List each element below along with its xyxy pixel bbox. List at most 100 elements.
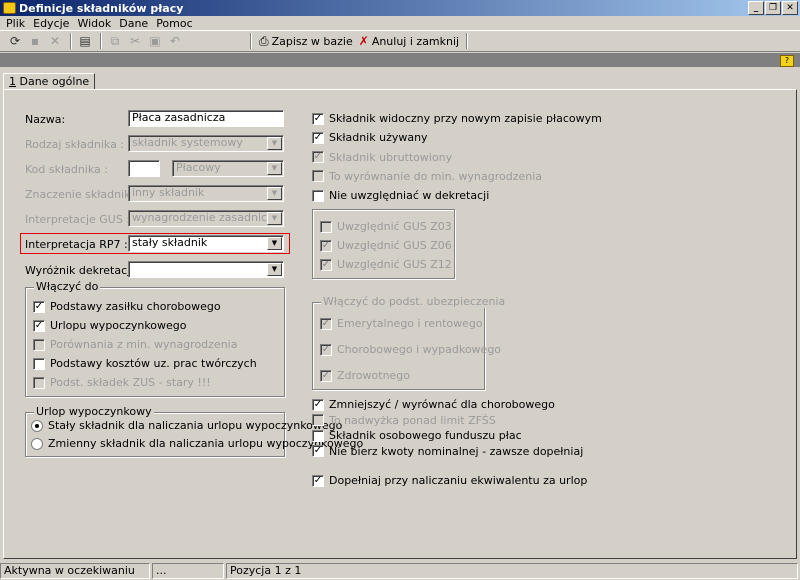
tab-dane-ogolne[interactable]: 1 Dane ogólne bbox=[3, 73, 96, 90]
checkbox-box[interactable] bbox=[33, 376, 45, 389]
urlop-legend: Urlop wypoczynkowy bbox=[34, 405, 154, 418]
wlaczyc-checkbox-2[interactable]: Porównania z min. wynagrodzenia bbox=[33, 338, 237, 351]
checkbox-box[interactable]: ✓ bbox=[312, 445, 324, 457]
menu-pomoc[interactable]: Pomoc bbox=[152, 17, 196, 30]
checkbox-box[interactable] bbox=[312, 414, 324, 426]
window-title: Definicje składników płacy bbox=[19, 1, 184, 15]
radio-button[interactable] bbox=[31, 437, 43, 450]
help-icon[interactable]: ? bbox=[780, 55, 794, 67]
right-top-checkbox-3[interactable]: To wyrównanie do min. wynagrodzenia bbox=[312, 170, 542, 183]
checkbox-label: Uwzględnić GUS Z12 bbox=[337, 258, 452, 271]
checkbox-box[interactable]: ✓ bbox=[320, 369, 332, 382]
right-bottom-checkbox-2[interactable]: Składnik osobowego funduszu płac bbox=[312, 429, 522, 442]
checkbox-label: Uwzględnić GUS Z03 bbox=[337, 220, 452, 233]
menu-edycje[interactable]: Edycje bbox=[29, 17, 73, 30]
urlop-radio-0[interactable]: Stały składnik dla naliczania urlopu wyp… bbox=[31, 419, 342, 432]
wlaczyc-checkbox-3[interactable]: Podstawy kosztów uz. prac twórczych bbox=[33, 357, 257, 370]
minimize-button[interactable]: _ bbox=[748, 1, 764, 15]
gus-checkbox-2[interactable]: ✓ Uwzględnić GUS Z12 bbox=[320, 258, 452, 271]
save-disk-icon[interactable]: ▪ bbox=[26, 33, 44, 49]
kod-input[interactable] bbox=[128, 160, 160, 177]
ubezp-legend: Włączyć do podst. ubezpieczenia bbox=[321, 295, 508, 308]
checkbox-box[interactable]: ✓ bbox=[312, 398, 324, 411]
gus-checkbox-1[interactable]: ✓ Uwzględnić GUS Z06 bbox=[320, 239, 452, 252]
right-top-checkbox-0[interactable]: ✓ Składnik widoczny przy nowym zapisie pł… bbox=[312, 112, 602, 125]
dropdown-arrow-icon[interactable]: ▼ bbox=[267, 237, 282, 250]
menu-widok[interactable]: Widok bbox=[73, 17, 115, 30]
checkbox-box[interactable]: ✓ bbox=[312, 474, 324, 487]
wlaczyc-checkbox-1[interactable]: ✓ Urlopu wypoczynkowego bbox=[33, 319, 187, 332]
nazwa-input[interactable]: Płaca zasadnicza bbox=[128, 110, 284, 127]
right-bottom-checkbox-0[interactable]: ✓ Zmniejszyć / wyrównać dla chorobowego bbox=[312, 398, 555, 411]
undo-icon[interactable]: ↶ bbox=[166, 33, 184, 49]
right-top-checkbox-4[interactable]: Nie uwzględniać w dekretacji bbox=[312, 189, 489, 202]
checkbox-box[interactable]: ✓ bbox=[33, 319, 45, 332]
checkbox-box[interactable] bbox=[312, 170, 324, 183]
delete-icon[interactable]: ✕ bbox=[46, 33, 64, 49]
status-position: Pozycja 1 z 1 bbox=[226, 563, 798, 579]
checkbox-label: Podstawy kosztów uz. prac twórczych bbox=[50, 357, 257, 370]
checkbox-box[interactable]: ✓ bbox=[33, 300, 45, 313]
right-top-checkbox-2[interactable]: ✓ Składnik ubruttowiony bbox=[312, 151, 452, 164]
gus-label: Interpretacje GUS : bbox=[25, 213, 131, 226]
ubezp-checkbox-0[interactable]: ✓ Emerytalnego i rentowego bbox=[320, 317, 483, 330]
right-bottom-checkbox-3[interactable]: ✓ Nie bierz kwoty nominalnej - zawsze dop… bbox=[312, 445, 583, 458]
checkbox-label: Emerytalnego i rentowego bbox=[337, 317, 483, 330]
checkbox-box[interactable] bbox=[312, 189, 324, 202]
copy-icon[interactable]: ⧉ bbox=[106, 33, 124, 49]
checkbox-box[interactable]: ✓ bbox=[312, 112, 324, 125]
checkbox-box[interactable] bbox=[320, 220, 332, 233]
dropdown-arrow-icon[interactable]: ▼ bbox=[267, 187, 282, 200]
dropdown-arrow-icon[interactable]: ▼ bbox=[267, 137, 282, 150]
dropdown-arrow-icon[interactable]: ▼ bbox=[267, 162, 282, 175]
wyroznik-select[interactable]: ▼ bbox=[128, 261, 284, 278]
rodzaj-select[interactable]: składnik systemowy ▼ bbox=[128, 135, 284, 152]
checkbox-box[interactable]: ✓ bbox=[312, 131, 324, 144]
properties-icon[interactable]: ▤ bbox=[76, 33, 94, 49]
wlaczyc-checkbox-0[interactable]: ✓ Podstawy zasiłku chorobowego bbox=[33, 300, 221, 313]
dropdown-arrow-icon[interactable]: ▼ bbox=[267, 212, 282, 225]
close-button[interactable]: ✕ bbox=[782, 1, 798, 15]
ubezp-checkbox-1[interactable]: ✓ Chorobowego i wypadkowego bbox=[320, 343, 501, 356]
info-strip bbox=[0, 53, 800, 67]
wyroznik-label: Wyróżnik dekretacji : bbox=[25, 264, 141, 277]
checkbox-label: Składnik ubruttowiony bbox=[329, 150, 453, 164]
paste-icon[interactable]: ▣ bbox=[146, 33, 164, 49]
wlaczyc-checkbox-4[interactable]: Podst. składek ZUS - stary !!! bbox=[33, 376, 211, 389]
cut-icon[interactable]: ✂ bbox=[126, 33, 144, 49]
menu-dane[interactable]: Dane bbox=[115, 17, 152, 30]
rodzaj-label: Rodzaj składnika : bbox=[25, 138, 125, 151]
cancel-button-label: Anuluj i zamknij bbox=[371, 34, 460, 48]
znaczenie-select[interactable]: inny składnik ▼ bbox=[128, 185, 284, 202]
checkbox-label: Nie bierz kwoty nominalnej - zawsze dope… bbox=[329, 444, 584, 458]
radio-button[interactable] bbox=[31, 419, 43, 432]
restore-button[interactable]: ❐ bbox=[765, 1, 781, 15]
rp7-select[interactable]: stały składnik ▼ bbox=[128, 235, 284, 252]
kod-label: Kod składnika : bbox=[25, 163, 108, 176]
checkbox-box[interactable]: ✓ bbox=[320, 317, 332, 330]
right-top-checkbox-1[interactable]: ✓ Składnik używany bbox=[312, 131, 428, 144]
checkbox-box[interactable]: ✓ bbox=[312, 151, 324, 164]
radio-label: Stały składnik dla naliczania urlopu wyp… bbox=[48, 419, 343, 432]
kod-type-select[interactable]: Płacowy ▼ bbox=[172, 160, 284, 177]
menu-plik[interactable]: Plik bbox=[2, 17, 29, 30]
checkbox-box[interactable] bbox=[33, 357, 45, 370]
rodzaj-value: składnik systemowy bbox=[132, 136, 243, 149]
gus-select[interactable]: wynagrodzenie zasadnicze ▼ bbox=[128, 210, 284, 227]
save-to-database-button[interactable]: ⎙ Zapisz w bazie bbox=[256, 32, 356, 50]
cancel-and-close-button[interactable]: ✗ Anuluj i zamknij bbox=[356, 32, 462, 50]
refresh-icon[interactable]: ⟳ bbox=[6, 33, 24, 49]
checkbox-label: Składnik używany bbox=[329, 131, 428, 145]
checkbox-box[interactable]: ✓ bbox=[320, 343, 332, 356]
dropdown-arrow-icon[interactable]: ▼ bbox=[267, 263, 282, 276]
checkbox-box[interactable] bbox=[33, 338, 45, 351]
ubezp-checkbox-2[interactable]: ✓ Zdrowotnego bbox=[320, 369, 410, 382]
right-bottom-checkbox-1[interactable]: To nadwyżka ponad limit ZFŚS bbox=[312, 414, 496, 427]
checkbox-box[interactable]: ✓ bbox=[320, 258, 332, 271]
checkbox-label: Chorobowego i wypadkowego bbox=[337, 343, 502, 356]
checkbox-box[interactable]: ✓ bbox=[320, 239, 332, 252]
checkbox-box[interactable] bbox=[312, 429, 324, 442]
checkbox-label: Podst. składek ZUS - stary !!! bbox=[50, 376, 211, 389]
gus-checkbox-0[interactable]: Uwzględnić GUS Z03 bbox=[320, 220, 452, 233]
dopelniaj-checkbox[interactable]: ✓ Dopełniaj przy naliczaniu ekwiwalentu z… bbox=[312, 474, 587, 487]
